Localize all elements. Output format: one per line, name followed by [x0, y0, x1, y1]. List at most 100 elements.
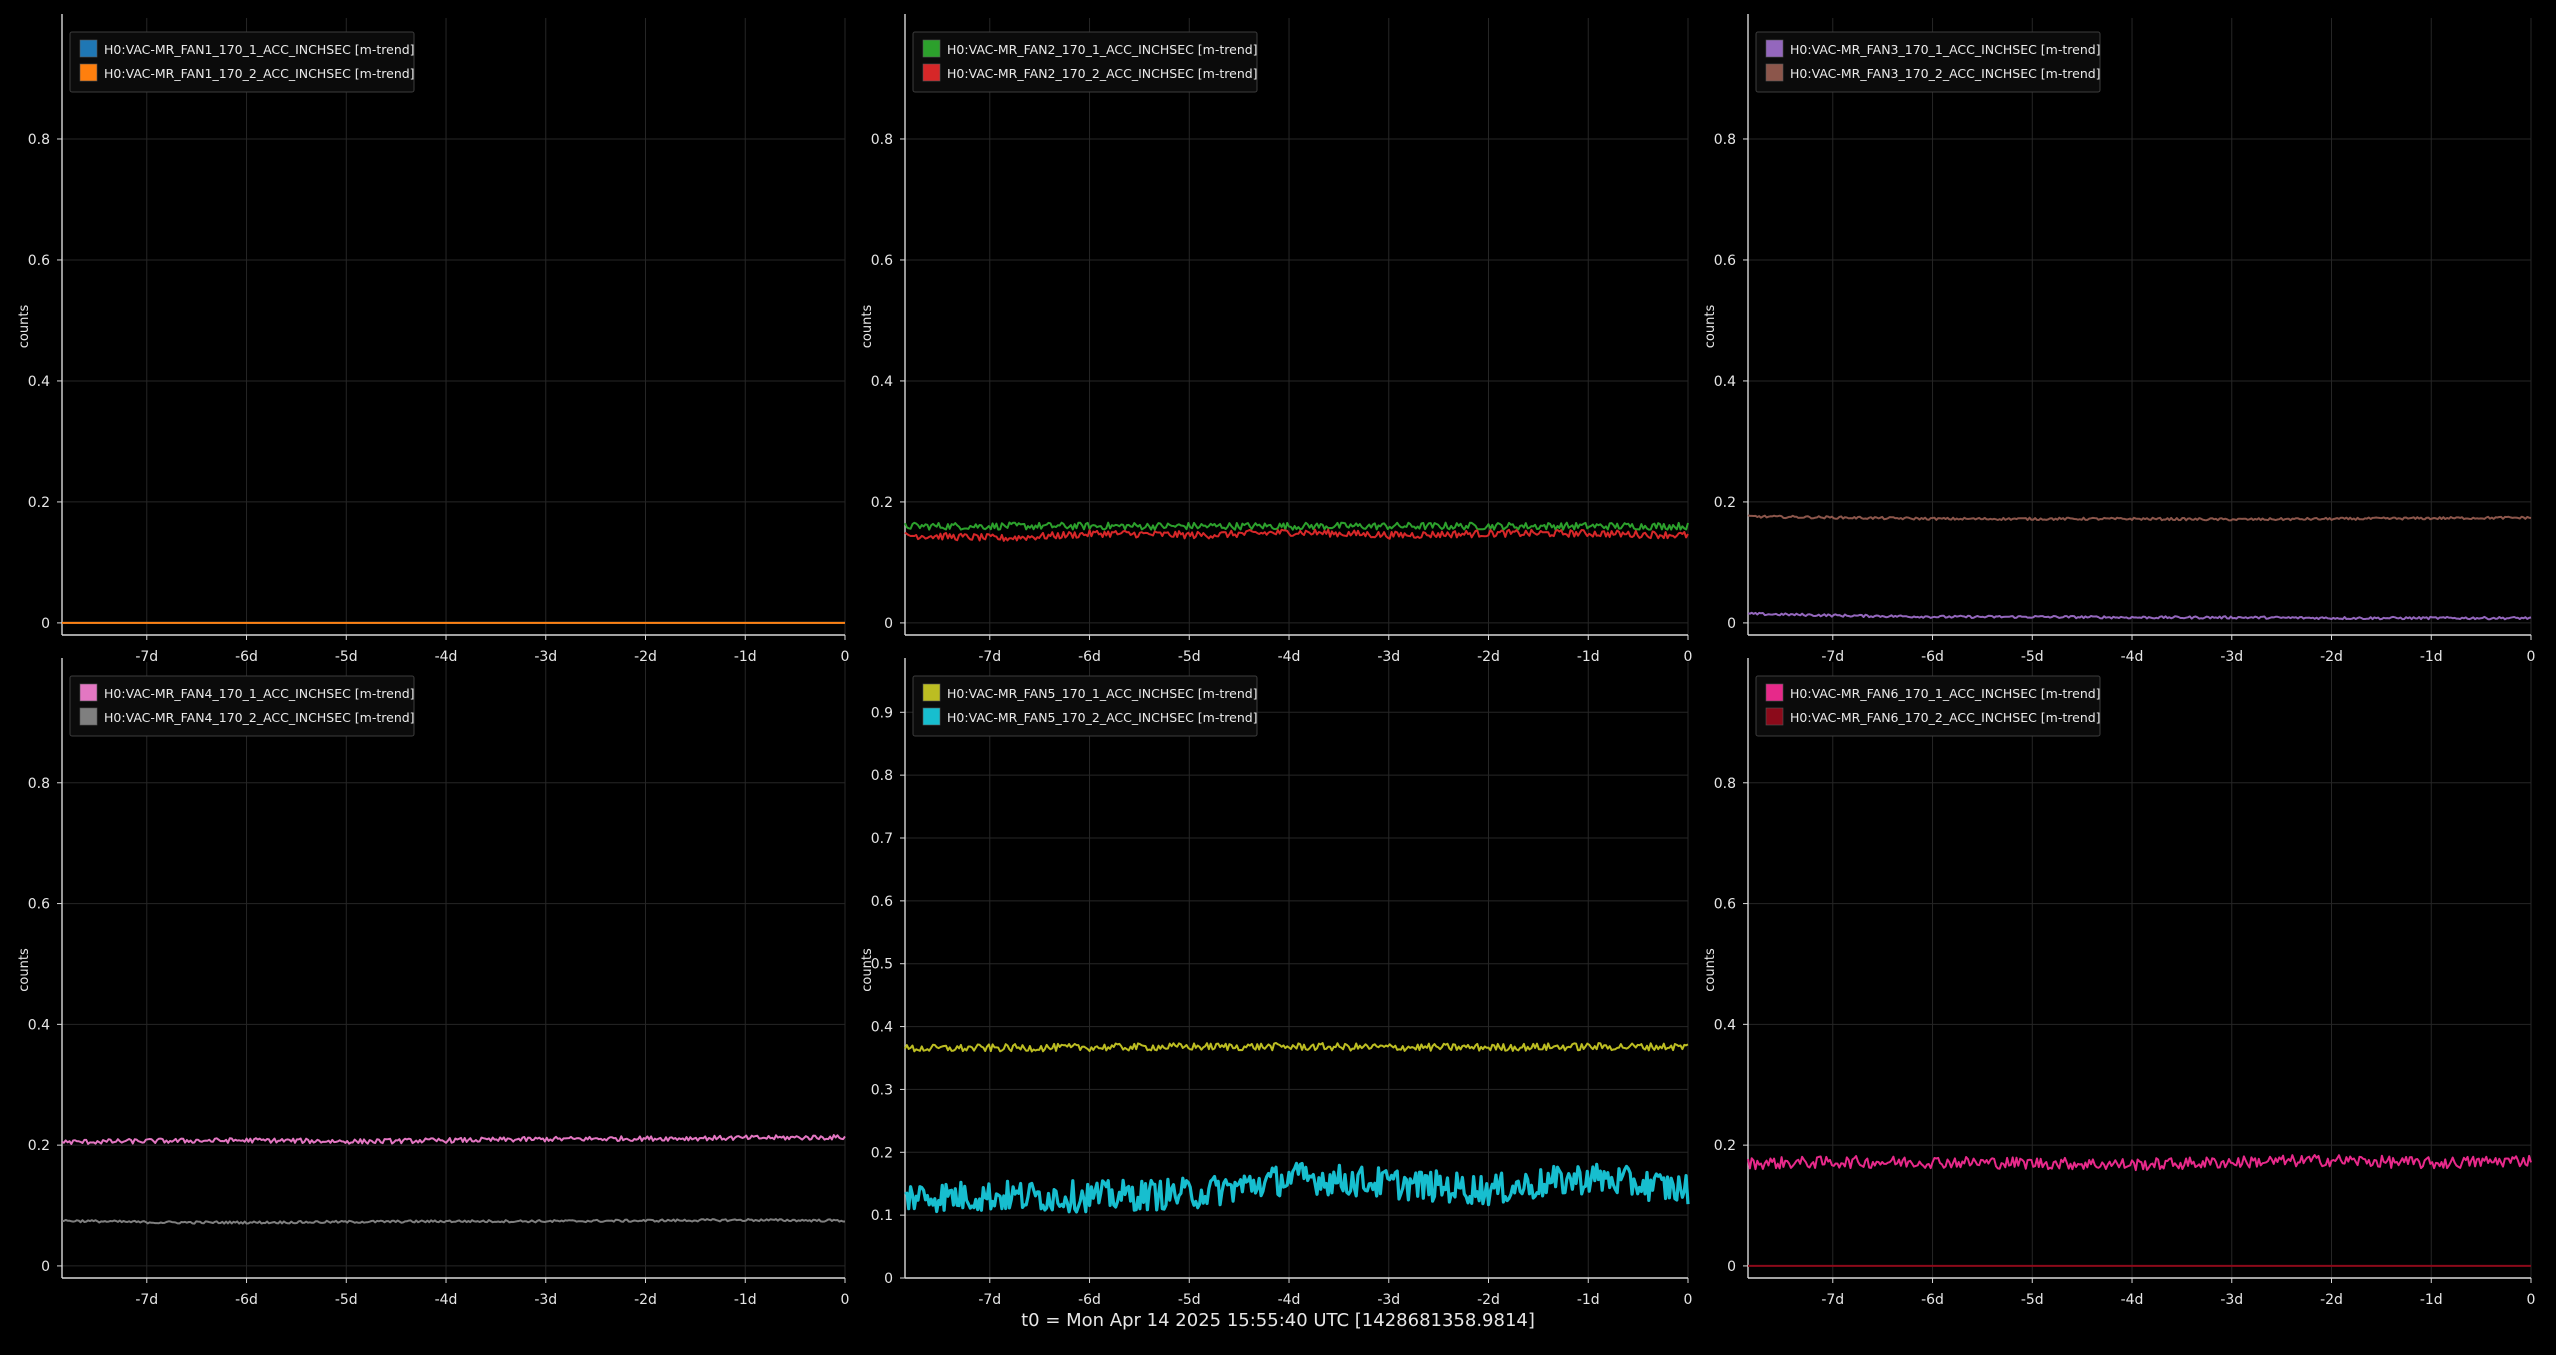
legend-swatch [1765, 707, 1784, 726]
y-tick-label: 0.4 [1714, 374, 1736, 390]
y-tick-label: 0.2 [1714, 1138, 1736, 1154]
legend: H0:VAC-MR_FAN2_170_1_ACC_INCHSEC [m-tren… [912, 31, 1258, 93]
x-tick-label: -2d [1477, 1292, 1500, 1308]
legend-entry-label: H0:VAC-MR_FAN5_170_2_ACC_INCHSEC [m-tren… [947, 710, 1258, 725]
x-tick-label: -6d [1921, 1292, 1944, 1308]
series-line [61, 1218, 845, 1225]
y-axis-label: counts [860, 305, 875, 349]
legend: H0:VAC-MR_FAN6_170_1_ACC_INCHSEC [m-tren… [1755, 675, 2101, 737]
legend-box [1755, 675, 2101, 737]
legend-entry-label: H0:VAC-MR_FAN4_170_2_ACC_INCHSEC [m-tren… [104, 710, 415, 725]
legend-swatch [1765, 39, 1784, 58]
y-tick-label: 0 [41, 616, 50, 632]
plot-panel: -7d -6d -5d -4d -3d -2d -1d 000.20.40.60.8count… [1703, 14, 2535, 665]
y-tick-label: 0.6 [871, 894, 893, 910]
y-tick-label: 0.4 [871, 1020, 893, 1036]
y-tick-label: 0 [884, 1271, 893, 1287]
time-origin-label: t0 = Mon Apr 14 2025 15:55:40 UTC [14286… [1021, 1310, 1535, 1331]
legend-swatch [1765, 683, 1784, 702]
x-tick-label: -4d [2121, 1292, 2144, 1308]
x-tick-label: -2d [634, 1292, 657, 1308]
series-line [904, 528, 1689, 542]
y-tick-label: 0.6 [871, 253, 893, 269]
y-tick-label: 0.8 [1714, 776, 1736, 792]
y-tick-label: 0.4 [871, 374, 893, 390]
y-tick-label: 0.4 [28, 1017, 50, 1033]
y-axis-label: counts [860, 948, 875, 992]
legend-entry-label: H0:VAC-MR_FAN2_170_2_ACC_INCHSEC [m-tren… [947, 66, 1258, 81]
plot-panel: -7d -6d -5d -4d -3d -2d -1d 000.10.20.30.40.50.… [860, 658, 1692, 1308]
x-tick-label: -7d [135, 1292, 158, 1308]
legend-entry-label: H0:VAC-MR_FAN4_170_1_ACC_INCHSEC [m-tren… [104, 686, 415, 701]
x-tick-label: -4d [435, 1292, 458, 1308]
y-tick-label: 0 [1727, 616, 1736, 632]
legend-entry-label: H0:VAC-MR_FAN1_170_2_ACC_INCHSEC [m-tren… [104, 66, 415, 81]
legend-entry-label: H0:VAC-MR_FAN6_170_2_ACC_INCHSEC [m-tren… [1790, 710, 2101, 725]
legend-box [912, 675, 1258, 737]
y-tick-label: 0.8 [1714, 132, 1736, 148]
series-line [1747, 514, 2532, 522]
x-tick-label: 0 [1684, 1292, 1693, 1308]
y-axis-label: counts [1703, 948, 1718, 992]
y-tick-label: 0.6 [28, 253, 50, 269]
series-line [1747, 1154, 2532, 1172]
series-line [904, 1042, 1689, 1053]
y-tick-label: 0.2 [28, 1138, 50, 1154]
y-tick-label: 0 [884, 616, 893, 632]
y-tick-label: 0.2 [28, 495, 50, 511]
plot-panel: -7d -6d -5d -4d -3d -2d -1d 000.20.40.60.8count… [17, 658, 849, 1308]
legend-entry-label: H0:VAC-MR_FAN6_170_1_ACC_INCHSEC [m-tren… [1790, 686, 2101, 701]
legend-box [69, 31, 415, 93]
legend: H0:VAC-MR_FAN1_170_1_ACC_INCHSEC [m-tren… [69, 31, 415, 93]
y-tick-label: 0.8 [871, 132, 893, 148]
x-tick-label: -1d [734, 1292, 757, 1308]
x-tick-label: -5d [1178, 1292, 1201, 1308]
y-tick-label: 0.4 [28, 374, 50, 390]
y-tick-label: 0.3 [871, 1082, 893, 1098]
legend-swatch [922, 63, 941, 82]
y-tick-label: 0.9 [871, 705, 893, 721]
x-tick-label: -7d [978, 1292, 1001, 1308]
legend-box [912, 31, 1258, 93]
legend-swatch [79, 63, 98, 82]
figure: -7d -6d -5d -4d -3d -2d -1d 0 0 0.2 0.4 0.6 0.8 count… [0, 0, 2556, 1351]
plot-panel: -7d -6d -5d -4d -3d -2d -1d 000.20.40.60.8count… [860, 14, 1692, 665]
y-tick-label: 0 [41, 1259, 50, 1275]
legend: H0:VAC-MR_FAN4_170_1_ACC_INCHSEC [m-tren… [69, 675, 415, 737]
y-tick-label: 0.6 [1714, 253, 1736, 269]
series-line [61, 1134, 846, 1145]
y-axis-label: counts [17, 948, 32, 992]
x-tick-label: -6d [1078, 1292, 1101, 1308]
x-tick-label: -7d [1821, 1292, 1844, 1308]
plot-panel: -7d -6d -5d -4d -3d -2d -1d 000.20.40.60.8count… [1703, 658, 2535, 1308]
y-tick-label: 0.8 [28, 132, 50, 148]
legend-entry-label: H0:VAC-MR_FAN2_170_1_ACC_INCHSEC [m-tren… [947, 42, 1258, 57]
legend-swatch [79, 683, 98, 702]
plot-panel: -7d -6d -5d -4d -3d -2d -1d 000.20.40.60.8count… [17, 14, 849, 665]
y-tick-label: 0.2 [871, 1145, 893, 1161]
series-line [1747, 611, 2532, 621]
x-tick-label: -3d [2220, 1292, 2243, 1308]
x-tick-label: -1d [2420, 1292, 2443, 1308]
y-tick-label: 0 [1727, 1259, 1736, 1275]
legend: H0:VAC-MR_FAN3_170_1_ACC_INCHSEC [m-tren… [1755, 31, 2101, 93]
legend-box [69, 675, 415, 737]
legend: H0:VAC-MR_FAN5_170_1_ACC_INCHSEC [m-tren… [912, 675, 1258, 737]
y-axis-label: counts [17, 305, 32, 349]
x-tick-label: -1d [1577, 1292, 1600, 1308]
legend-swatch [922, 683, 941, 702]
y-tick-label: 0.7 [871, 831, 893, 847]
legend-swatch [922, 39, 941, 58]
series-line [904, 521, 1689, 531]
y-tick-label: 0.6 [1714, 897, 1736, 913]
y-tick-label: 0.4 [1714, 1017, 1736, 1033]
legend-entry-label: H0:VAC-MR_FAN3_170_2_ACC_INCHSEC [m-tren… [1790, 66, 2101, 81]
x-tick-label: -6d [235, 1292, 258, 1308]
x-tick-label: -4d [1278, 1292, 1301, 1308]
x-tick-label: -3d [534, 1292, 557, 1308]
legend-swatch [1765, 63, 1784, 82]
y-tick-label: 0.8 [871, 768, 893, 784]
y-tick-label: 0.6 [28, 897, 50, 913]
y-tick-label: 0.1 [871, 1208, 893, 1224]
legend-swatch [922, 707, 941, 726]
